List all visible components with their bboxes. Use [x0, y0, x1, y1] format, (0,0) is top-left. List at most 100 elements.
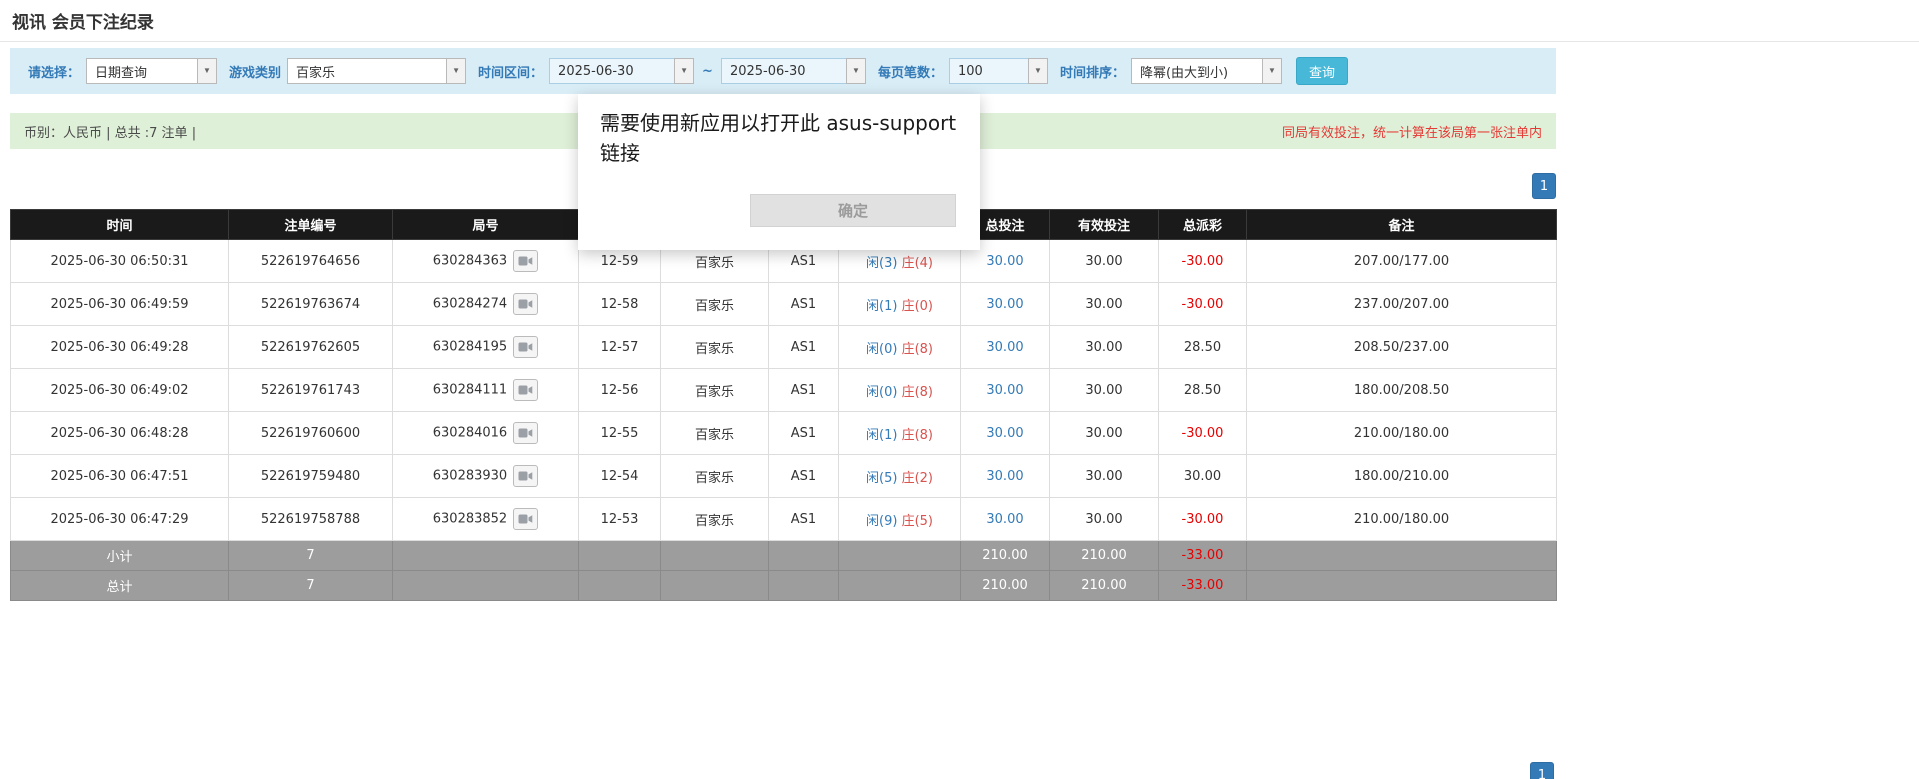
page-header: 视讯 会员下注纪录 [0, 0, 1919, 42]
select-type-dropdown-button[interactable]: ▼ [197, 58, 217, 84]
page-size-combobox: ▼ [949, 58, 1048, 84]
cell-site: AS1 [769, 369, 839, 412]
dialog-ok-button[interactable]: 确定 [750, 194, 956, 227]
summary-cell-4 [661, 571, 769, 601]
video-replay-icon [518, 427, 533, 439]
valid-bet-notice-text: 同局有效投注，统一计算在该局第一张注单内 [1282, 122, 1542, 141]
cell-round-id: 630283930 [393, 455, 579, 498]
cell-table-round: 12-58 [579, 283, 661, 326]
cell-time: 2025-06-30 06:49:59 [11, 283, 229, 326]
page-size-input[interactable] [949, 58, 1029, 84]
summary-cell-0: 小计 [11, 541, 229, 571]
cell-payout: -30.00 [1159, 283, 1247, 326]
date-to-dropdown-button[interactable]: ▼ [846, 58, 866, 84]
cell-total-bet: 30.00 [961, 455, 1050, 498]
total-bet-link[interactable]: 30.00 [986, 469, 1023, 484]
cell-bet-id: 522619759480 [229, 455, 393, 498]
table-summary-row: 总计7210.00210.00-33.00 [11, 571, 1557, 601]
cell-round-id: 630283852 [393, 498, 579, 541]
date-from-dropdown-button[interactable]: ▼ [674, 58, 694, 84]
game-type-dropdown-button[interactable]: ▼ [446, 58, 466, 84]
cell-valid-bet: 30.00 [1050, 498, 1159, 541]
table-row: 2025-06-30 06:47:29522619758788630283852… [11, 498, 1557, 541]
cell-site: AS1 [769, 283, 839, 326]
cell-game: 百家乐 [661, 412, 769, 455]
total-bet-link[interactable]: 30.00 [986, 297, 1023, 312]
chevron-down-icon: ▼ [680, 67, 688, 75]
result-banker: 庄(8) [902, 428, 933, 443]
cell-bet-id: 522619762605 [229, 326, 393, 369]
search-button[interactable]: 查询 [1296, 57, 1348, 85]
cell-bet-id: 522619764656 [229, 240, 393, 283]
cell-round-id: 630284111 [393, 369, 579, 412]
total-bet-link[interactable]: 30.00 [986, 512, 1023, 527]
table-row: 2025-06-30 06:47:51522619759480630283930… [11, 455, 1557, 498]
video-replay-button[interactable] [513, 379, 538, 401]
result-player: 闲(0) [866, 342, 897, 357]
cell-table-round: 12-57 [579, 326, 661, 369]
cell-time: 2025-06-30 06:49:28 [11, 326, 229, 369]
summary-cell-1: 7 [229, 571, 393, 601]
video-replay-button[interactable] [513, 293, 538, 315]
video-replay-icon [518, 298, 533, 310]
cell-result: 闲(1) 庄(8) [839, 412, 961, 455]
date-to-input[interactable] [721, 58, 847, 84]
time-range-label: 时间区间： [478, 62, 543, 81]
cell-payout: -30.00 [1159, 498, 1247, 541]
video-replay-button[interactable] [513, 250, 538, 272]
cell-total-bet: 30.00 [961, 498, 1050, 541]
cell-remark: 210.00/180.00 [1247, 412, 1557, 455]
date-to-combobox: ▼ [721, 58, 866, 84]
cell-table-round: 12-56 [579, 369, 661, 412]
cell-bet-id: 522619761743 [229, 369, 393, 412]
video-replay-button[interactable] [513, 508, 538, 530]
table-row: 2025-06-30 06:49:28522619762605630284195… [11, 326, 1557, 369]
summary-cell-9: -33.00 [1159, 571, 1247, 601]
result-banker: 庄(0) [902, 299, 933, 314]
records-table: 时间注单编号局号总投注有效投注总派彩备注 2025-06-30 06:50:31… [10, 209, 1557, 601]
page-1-button-bottom[interactable]: 1 [1530, 762, 1554, 779]
cell-remark: 210.00/180.00 [1247, 498, 1557, 541]
column-header-9: 总派彩 [1159, 210, 1247, 240]
sort-order-input[interactable] [1131, 58, 1263, 84]
summary-cell-7: 210.00 [961, 571, 1050, 601]
select-type-input[interactable] [86, 58, 198, 84]
cell-site: AS1 [769, 326, 839, 369]
total-bet-link[interactable]: 30.00 [986, 340, 1023, 355]
summary-cell-3 [579, 541, 661, 571]
cell-time: 2025-06-30 06:47:51 [11, 455, 229, 498]
video-replay-button[interactable] [513, 465, 538, 487]
chevron-down-icon: ▼ [203, 67, 211, 75]
cell-table-round: 12-54 [579, 455, 661, 498]
summary-cell-2 [393, 541, 579, 571]
summary-cell-8: 210.00 [1050, 541, 1159, 571]
cell-remark: 180.00/208.50 [1247, 369, 1557, 412]
cell-round-id: 630284016 [393, 412, 579, 455]
video-replay-button[interactable] [513, 422, 538, 444]
sort-order-dropdown-button[interactable]: ▼ [1262, 58, 1282, 84]
cell-valid-bet: 30.00 [1050, 455, 1159, 498]
range-separator: ~ [700, 64, 715, 79]
date-from-input[interactable] [549, 58, 675, 84]
total-bet-link[interactable]: 30.00 [986, 254, 1023, 269]
video-replay-icon [518, 341, 533, 353]
open-link-dialog: 需要使用新应用以打开此 asus-support 链接 确定 [578, 94, 980, 250]
summary-cell-8: 210.00 [1050, 571, 1159, 601]
dialog-message: 需要使用新应用以打开此 asus-support 链接 [578, 94, 980, 168]
total-bet-link[interactable]: 30.00 [986, 383, 1023, 398]
select-type-combobox: ▼ [86, 58, 217, 84]
cell-bet-id: 522619763674 [229, 283, 393, 326]
cell-site: AS1 [769, 455, 839, 498]
cell-table-round: 12-55 [579, 412, 661, 455]
cell-time: 2025-06-30 06:49:02 [11, 369, 229, 412]
page-1-button[interactable]: 1 [1532, 173, 1556, 199]
cell-payout: 30.00 [1159, 455, 1247, 498]
game-type-input[interactable] [287, 58, 447, 84]
summary-cell-9: -33.00 [1159, 541, 1247, 571]
video-replay-button[interactable] [513, 336, 538, 358]
cell-site: AS1 [769, 412, 839, 455]
cell-time: 2025-06-30 06:48:28 [11, 412, 229, 455]
column-header-2: 局号 [393, 210, 579, 240]
total-bet-link[interactable]: 30.00 [986, 426, 1023, 441]
page-size-dropdown-button[interactable]: ▼ [1028, 58, 1048, 84]
